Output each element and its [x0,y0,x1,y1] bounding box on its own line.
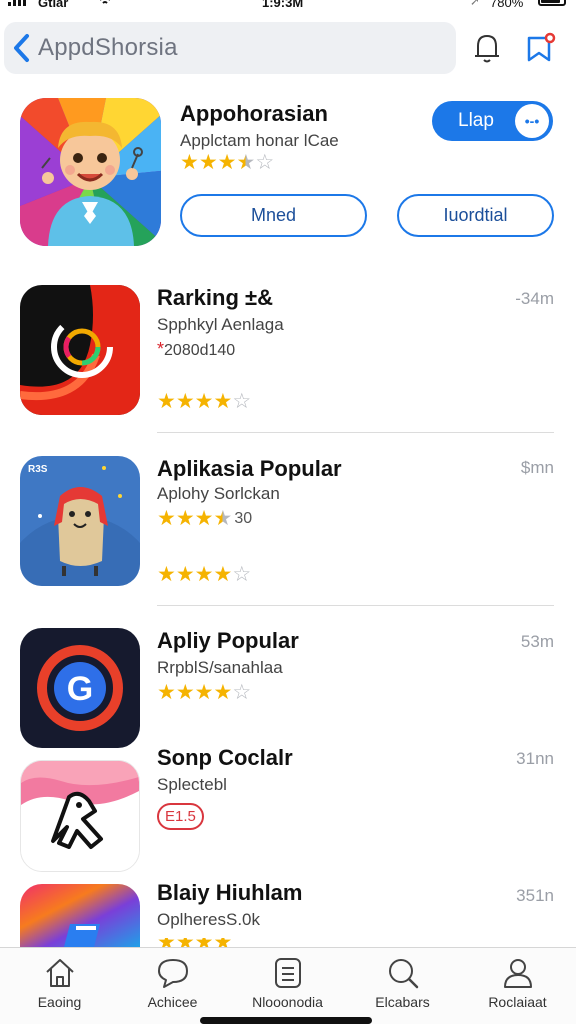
rating-count: 30 [234,509,253,527]
home-icon [45,959,74,987]
app-subtitle: Spphkyl Aenlaga [157,315,284,334]
app-rating: ★★★★ [157,938,232,947]
search-bar[interactable]: AppdShorsia [4,22,456,74]
featured-app-title: Appohorasian [180,101,328,126]
search-icon [388,959,418,989]
app-name: Sonp Coclalr [157,745,293,770]
search-text[interactable]: AppdShorsia [38,34,178,62]
rank-value: 2080d140 [164,342,236,359]
featured-app-subtitle: Applctam honar lCae [180,131,339,150]
app-subtitle: RrpblS/sanahlaa [157,658,283,677]
profile-icon [503,959,532,988]
star-icon: ★ [198,151,218,174]
app-name: Aplikasia Popular [157,456,342,481]
app-icon[interactable] [20,760,140,872]
signal-icon [8,0,26,6]
list-icon [274,958,301,988]
get-button[interactable]: Llap •-• [432,101,553,141]
get-button-knob: •-• [515,104,549,138]
bookmark-icon[interactable] [524,30,558,66]
tab-search[interactable]: Elcabars [345,956,460,1010]
app-rating-secondary: ★ ★ ★ ★ ☆ [157,563,252,586]
app-rank: *2080d140 [157,339,235,360]
svg-text:G: G [67,670,93,708]
bell-icon[interactable] [470,30,504,66]
wifi-icon [96,0,114,9]
rank-star-icon: * [157,339,165,359]
tutorial-button[interactable]: Iuordtial [397,194,554,237]
tab-label: Elcabars [375,994,430,1010]
tab-profile[interactable]: Roclaiaat [460,956,575,1010]
chevron-left-icon[interactable] [4,22,38,74]
featured-app-rating: ★ ★ ★ ★ ☆ [180,152,274,173]
app-icon[interactable] [20,456,140,586]
app-subtitle: Splectebl [157,775,227,794]
clock: 1:9:3M [262,0,304,10]
app-name: Apliy Popular [157,628,299,653]
price-badge[interactable]: E1.5 [157,803,204,830]
location-icon: ➚ [470,0,481,8]
tab-activity[interactable]: Achicee [115,956,230,1010]
star-icon: ★ [180,151,199,174]
app-icon[interactable] [20,884,140,947]
app-name: Blaiy Hiuhlam [157,880,303,905]
star-outline-icon: ☆ [255,151,275,174]
tab-label: Eaoing [37,994,82,1010]
app-rating: ★ ★ ★ ★ 30 [157,507,253,530]
icon-badge: R3S [28,464,48,475]
half-star-icon: ★ [236,151,256,174]
app-icon[interactable]: G [20,628,140,748]
get-button-label: Llap [458,110,494,131]
divider [157,605,554,606]
tab-label: Achicee [147,994,198,1010]
app-size: 351n [516,886,554,905]
app-name: Rarking ±& [157,285,273,310]
app-size: $mn [520,458,554,477]
tab-bar: Eaoing Achicee Nlooonodia Elcabars Rocla… [0,947,576,1024]
more-button[interactable]: Mned [180,194,367,237]
star-icon: ★ [217,151,237,174]
app-size: 31nn [516,749,554,768]
chat-icon [157,959,188,988]
carrier-label: Gtiar [38,0,69,10]
home-indicator [200,1017,372,1024]
app-rating: ★ ★ ★ ★ ☆ [157,390,252,413]
app-size: -34m [515,289,554,308]
battery-percent: 780% [490,0,524,10]
featured-app-icon[interactable] [20,98,161,246]
tab-label: Nlooonodia [252,994,323,1010]
app-size: 53m [520,632,554,651]
status-bar: Gtiar 1:9:3M ➚ 780% [0,0,576,14]
battery-icon [538,0,566,6]
divider [157,432,554,433]
app-subtitle: OplheresS.0k [157,910,260,929]
tab-home[interactable]: Eaoing [2,956,117,1010]
app-subtitle: Aplohy Sorlckan [157,484,280,503]
app-icon[interactable] [20,285,140,415]
tab-label: Roclaiaat [488,994,547,1010]
tab-list[interactable]: Nlooonodia [230,956,345,1010]
app-rating: ★ ★ ★ ★ ☆ [157,681,252,704]
